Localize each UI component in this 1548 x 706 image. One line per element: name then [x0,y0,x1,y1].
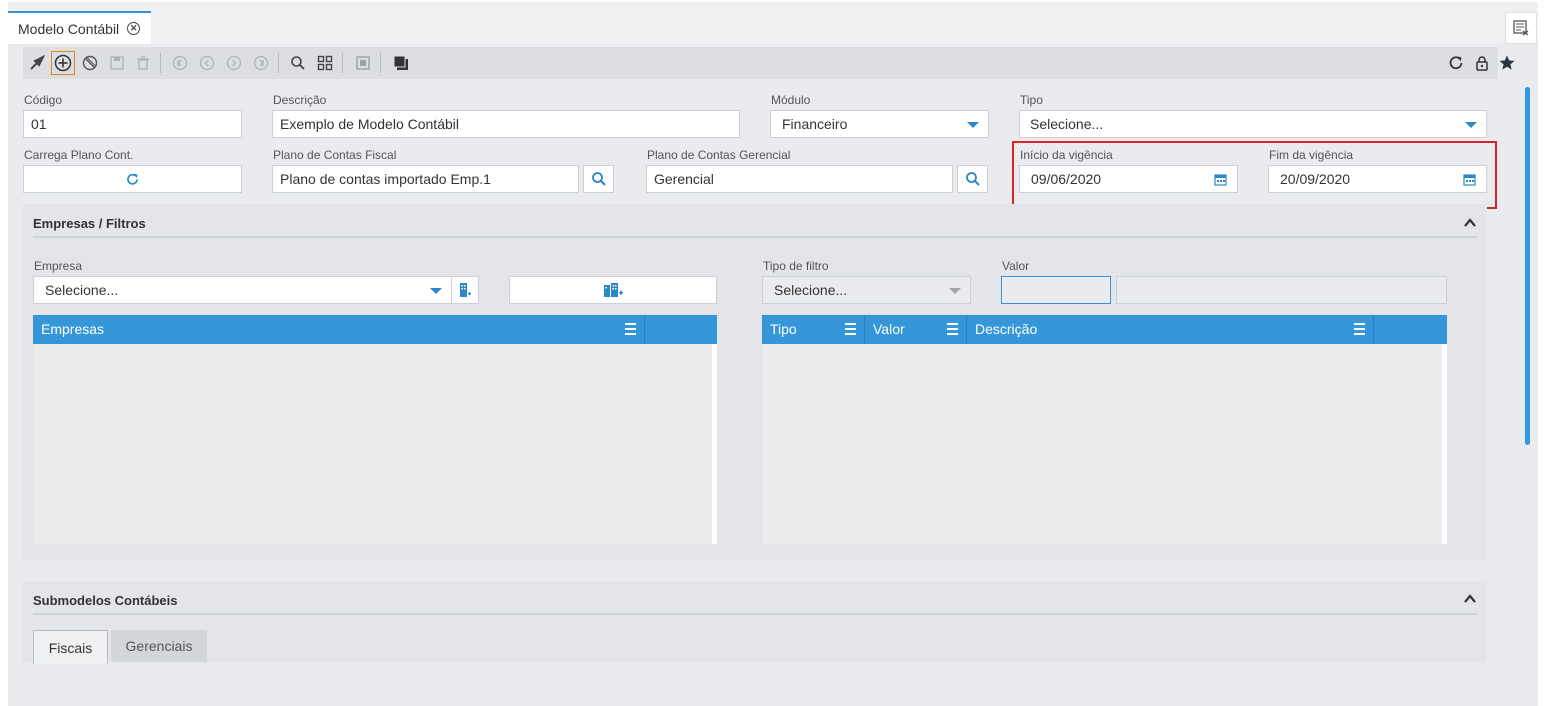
app-frame: Modelo Contábil ✕ Código 01 Descrição Ex… [8,2,1538,706]
plano-gerencial-search-button[interactable] [957,165,988,193]
cancel-icon[interactable] [80,53,100,73]
next-record-icon[interactable] [224,53,244,73]
codigo-input[interactable]: 01 [23,110,242,138]
submodelos-title: Submodelos Contábeis [33,593,178,608]
valor-label: Valor [1002,259,1030,273]
toolbar [23,47,1515,79]
previous-record-icon[interactable] [197,53,217,73]
empresa-select[interactable]: Selecione... [33,276,452,304]
descricao-label: Descrição [273,93,327,107]
filtros-grid-header: Tipo Valor Descrição [762,315,1447,344]
add-icon[interactable] [51,51,75,75]
duplicate-icon[interactable] [391,53,411,73]
clear-brush-icon[interactable] [27,53,47,73]
codigo-label: Código [24,93,63,107]
submodelos-section: Submodelos Contábeis Fiscais Gerenciais [23,581,1487,664]
empresas-filtros-section: Empresas / Filtros Empresa Selecione... … [23,204,1487,560]
lock-icon[interactable] [1472,53,1492,73]
form-list-button[interactable] [1505,12,1537,44]
column-empresas-label: Empresas [41,321,105,337]
delete-icon[interactable] [133,53,153,73]
search-icon [965,172,980,186]
tab-fiscais-label: Fiscais [48,639,93,656]
column-valor[interactable]: Valor [865,315,967,344]
column-menu-icon[interactable] [1354,323,1365,338]
tab-bar: Modelo Contábil ✕ [8,2,1538,44]
column-menu-icon[interactable] [947,323,958,338]
filtros-grid-body [762,344,1447,544]
tab-fiscais[interactable]: Fiscais [33,630,108,664]
modulo-value: Financeiro [782,116,848,132]
grid-view-icon[interactable] [315,53,335,73]
refresh-icon[interactable] [1446,53,1466,73]
add-all-empresas-button[interactable] [509,276,717,304]
descricao-input[interactable]: Exemplo de Modelo Contábil [272,110,740,138]
buildings-icon [604,283,623,297]
column-menu-icon[interactable] [845,323,856,338]
plano-fiscal-input[interactable]: Plano de contas importado Emp.1 [272,165,579,193]
list-icon [1513,20,1529,36]
valor-descricao-input[interactable] [1116,276,1447,304]
tab-title: Modelo Contábil [18,20,120,37]
tipo-label: Tipo [1020,93,1043,107]
copy-icon[interactable] [353,53,373,73]
column-descricao-label: Descrição [975,321,1038,337]
column-valor-label: Valor [873,321,905,337]
chevron-down-icon [949,288,961,294]
tab-modelo-contabil[interactable]: Modelo Contábil ✕ [8,11,151,44]
chevron-up-icon[interactable] [1463,592,1477,606]
scrollbar[interactable] [1442,344,1447,544]
tipo-value: Selecione... [1030,116,1104,132]
chevron-down-icon [430,288,442,294]
empresas-filtros-title: Empresas / Filtros [33,216,146,231]
tipo-filtro-label: Tipo de filtro [763,259,829,273]
column-tipo-label: Tipo [770,321,797,337]
chevron-down-icon [967,122,979,128]
empresas-grid-body [33,344,717,544]
plano-gerencial-input[interactable]: Gerencial [646,165,953,193]
carrega-label: Carrega Plano Cont. [24,148,134,162]
plano-gerencial-label: Plano de Contas Gerencial [647,148,791,162]
plano-fiscal-label: Plano de Contas Fiscal [273,148,397,162]
tipo-select[interactable]: Selecione... [1019,110,1487,138]
plano-fiscal-search-button[interactable] [583,165,614,193]
star-icon[interactable] [1497,53,1517,73]
page-scrollbar[interactable] [1525,87,1530,445]
save-icon[interactable] [107,53,127,73]
column-tipo[interactable]: Tipo [762,315,865,344]
column-empresas[interactable]: Empresas [33,315,645,344]
add-empresa-button[interactable] [451,276,479,304]
first-record-icon[interactable] [170,53,190,73]
empresa-value: Selecione... [45,282,119,298]
chevron-up-icon[interactable] [1463,216,1477,230]
tab-gerenciais[interactable]: Gerenciais [111,630,207,662]
search-icon [591,172,606,186]
modulo-label: Módulo [771,93,811,107]
close-icon[interactable]: ✕ [127,22,141,35]
tipo-filtro-select[interactable]: Selecione... [762,276,971,304]
tab-gerenciais-label: Gerenciais [125,638,193,654]
last-record-icon[interactable] [251,53,271,73]
modulo-select[interactable]: Financeiro [770,110,989,138]
refresh-icon [127,173,138,185]
tipo-filtro-value: Selecione... [774,282,848,298]
search-icon[interactable] [288,53,308,73]
chevron-down-icon [1465,122,1477,128]
column-descricao[interactable]: Descrição [967,315,1374,344]
vigencia-highlight-box [1012,141,1497,209]
empresa-label: Empresa [34,259,83,273]
valor-input[interactable] [1001,276,1111,304]
empresas-grid-header: Empresas [33,315,717,344]
building-add-icon [460,283,471,297]
carrega-plano-button[interactable] [23,165,242,193]
column-menu-icon[interactable] [625,323,636,338]
scrollbar[interactable] [712,344,717,544]
